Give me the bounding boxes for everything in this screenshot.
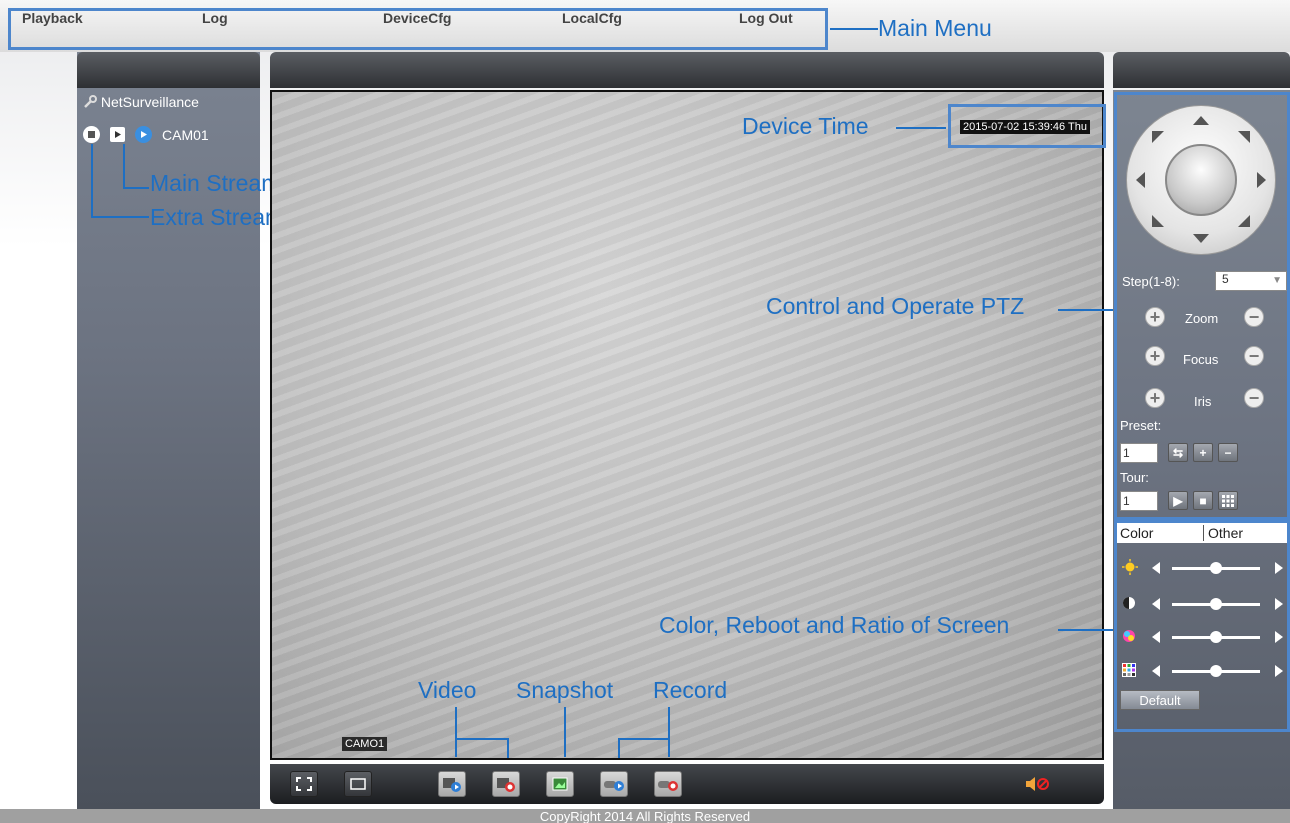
tree-camera-row: CAM01	[83, 126, 209, 143]
device-time-highlight	[948, 104, 1106, 148]
annotation-device-time: Device Time	[742, 113, 869, 139]
main-stream-leader-h	[123, 187, 149, 189]
main-stream-leader	[123, 144, 125, 188]
video-toolbar	[270, 764, 1104, 804]
video-play-button[interactable]	[438, 771, 466, 797]
snapshot-bracket-stem	[564, 707, 566, 757]
video-stop-icon	[497, 778, 515, 792]
window-icon	[350, 778, 366, 790]
video-bracket-right	[507, 738, 509, 758]
annotation-record: Record	[653, 677, 728, 703]
video-bracket-bar	[455, 738, 509, 740]
annotation-snapshot: Snapshot	[516, 677, 614, 703]
extra-stream-button[interactable]	[83, 126, 100, 143]
ptz-header	[1113, 52, 1290, 88]
annotation-ptz: Control and Operate PTZ	[766, 293, 1025, 319]
video-stop-button[interactable]	[492, 771, 520, 797]
annotation-extra-stream: Extra Stream	[150, 204, 285, 230]
video-view[interactable]	[270, 90, 1104, 760]
color-leader	[1058, 629, 1114, 631]
mute-icon[interactable]	[1024, 775, 1050, 798]
device-list-header	[77, 52, 260, 88]
record-bracket-stem	[668, 707, 670, 757]
extra-stream-leader-h	[91, 216, 149, 218]
annotation-main-stream: Main Stream	[150, 170, 281, 196]
ptz-leader	[1058, 309, 1114, 311]
single-window-button[interactable]	[344, 771, 372, 797]
ptz-highlight	[1114, 92, 1290, 520]
fullscreen-icon	[296, 777, 312, 791]
camera-play-icon[interactable]	[135, 126, 152, 143]
record-start-icon	[604, 781, 624, 791]
record-start-button[interactable]	[600, 771, 628, 797]
device-list-panel	[77, 52, 260, 810]
annotation-color: Color, Reboot and Ratio of Screen	[659, 612, 1010, 638]
tree-root-label: NetSurveillance	[100, 94, 199, 110]
channel-osd-label: CAMO1	[342, 737, 388, 751]
device-time-leader	[896, 127, 946, 129]
record-stop-icon	[658, 781, 678, 791]
tree-root[interactable]: NetSurveillance	[83, 94, 199, 110]
video-bracket-stem	[455, 707, 457, 757]
record-bracket-bar	[618, 738, 670, 740]
main-menu-leader	[830, 28, 878, 30]
annotation-main-menu: Main Menu	[878, 15, 992, 41]
main-menu-highlight	[8, 8, 828, 50]
record-stop-button[interactable]	[654, 771, 682, 797]
video-header	[270, 52, 1104, 88]
color-settings-highlight	[1114, 520, 1290, 732]
snapshot-button[interactable]	[546, 771, 574, 797]
video-play-icon	[443, 778, 461, 792]
footer-copyright: CopyRight 2014 All Rights Reserved	[0, 809, 1290, 823]
wrench-icon	[83, 95, 97, 109]
camera-name[interactable]: CAM01	[162, 127, 209, 143]
fullscreen-button[interactable]	[290, 771, 318, 797]
extra-stream-leader	[91, 144, 93, 218]
record-bracket-left	[618, 738, 620, 758]
snapshot-icon	[552, 777, 568, 791]
annotation-video: Video	[418, 677, 477, 703]
main-stream-button[interactable]	[110, 127, 125, 142]
